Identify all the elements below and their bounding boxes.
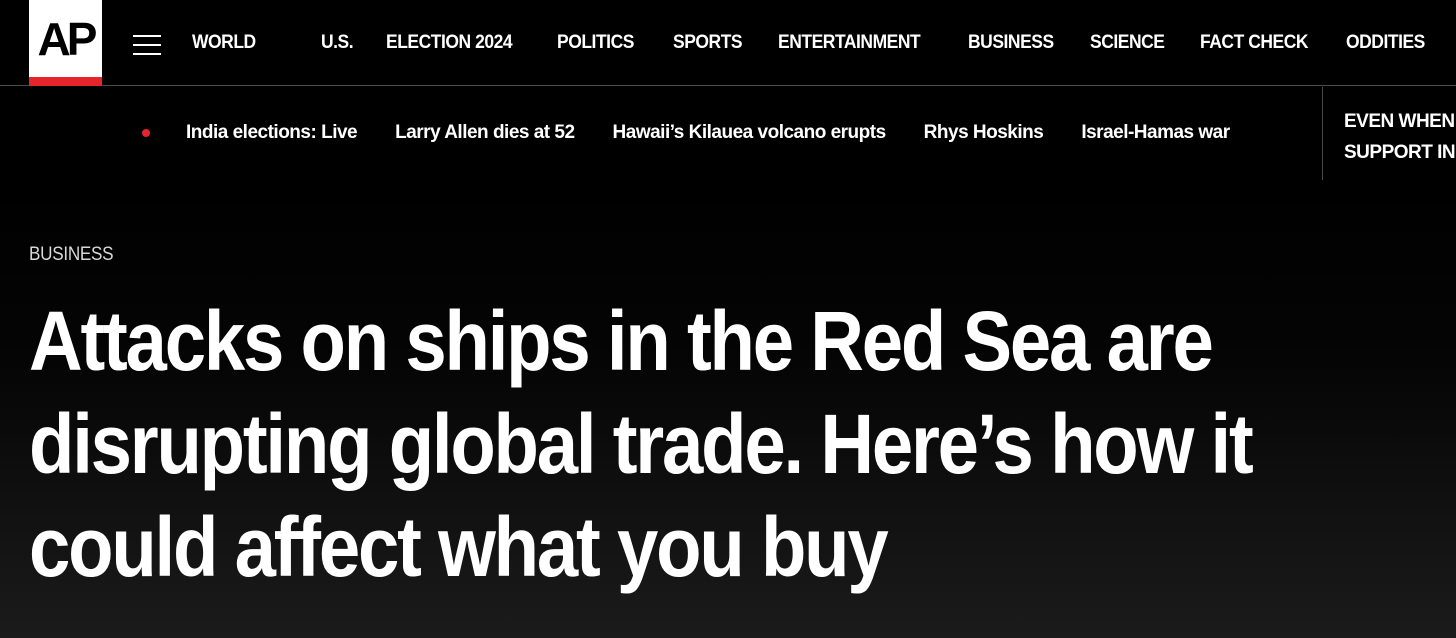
- headline-line: disrupting global trade. Here’s how it: [29, 397, 1254, 491]
- trending-link-rhys-hoskins[interactable]: Rhys Hoskins: [924, 121, 1044, 145]
- logo-text: AP: [37, 13, 98, 65]
- trending-link-larry-allen[interactable]: Larry Allen dies at 52: [395, 121, 575, 145]
- trending-bar: India elections: Live Larry Allen dies a…: [0, 87, 1456, 180]
- trending-divider: [1322, 87, 1323, 180]
- headline-line: Attacks on ships in the Red Sea are: [29, 294, 1214, 388]
- trending-links: India elections: Live Larry Allen dies a…: [186, 121, 1230, 145]
- nav-item-business[interactable]: BUSINESS: [968, 31, 1054, 55]
- nav-item-sports[interactable]: SPORTS: [673, 31, 743, 55]
- trending-link-india-elections[interactable]: India elections: Live: [186, 121, 358, 145]
- trending-link-kilauea[interactable]: Hawaii’s Kilauea volcano erupts: [613, 121, 887, 145]
- nav-item-fact-check[interactable]: FACT CHECK: [1200, 31, 1309, 55]
- nav-item-oddities[interactable]: ODDITIES: [1346, 31, 1427, 55]
- nav-item-politics[interactable]: POLITICS: [557, 31, 636, 55]
- support-promo-link[interactable]: EVEN WHEN SUPPORT IN: [1344, 106, 1456, 168]
- hamburger-menu-icon[interactable]: [133, 35, 161, 55]
- nav-item-us[interactable]: U.S.: [321, 31, 354, 55]
- section-label[interactable]: BUSINESS: [29, 243, 114, 267]
- logo-red-bar: [29, 77, 102, 86]
- top-navigation: AP WORLD U.S. ELECTION 2024 POLITICS SPO…: [0, 0, 1456, 86]
- nav-item-science[interactable]: SCIENCE: [1090, 31, 1165, 55]
- trending-link-israel-hamas[interactable]: Israel-Hamas war: [1081, 121, 1230, 145]
- nav-item-world[interactable]: WORLD: [192, 31, 283, 55]
- headline-line: could affect what you buy: [29, 500, 889, 594]
- promo-line-2: SUPPORT IN: [1344, 142, 1456, 163]
- article-header: BUSINESS Attacks on ships in the Red Sea…: [0, 180, 1456, 638]
- nav-item-entertainment[interactable]: ENTERTAINMENT: [778, 31, 925, 55]
- nav-item-election-2024[interactable]: ELECTION 2024: [386, 31, 516, 55]
- article-headline: Attacks on ships in the Red Sea are disr…: [29, 290, 1449, 599]
- live-indicator-dot: [142, 129, 150, 137]
- section-nav: WORLD U.S. ELECTION 2024 POLITICS SPORTS…: [192, 31, 1456, 55]
- ap-logo[interactable]: AP: [29, 0, 102, 86]
- promo-line-1: EVEN WHEN: [1344, 111, 1455, 132]
